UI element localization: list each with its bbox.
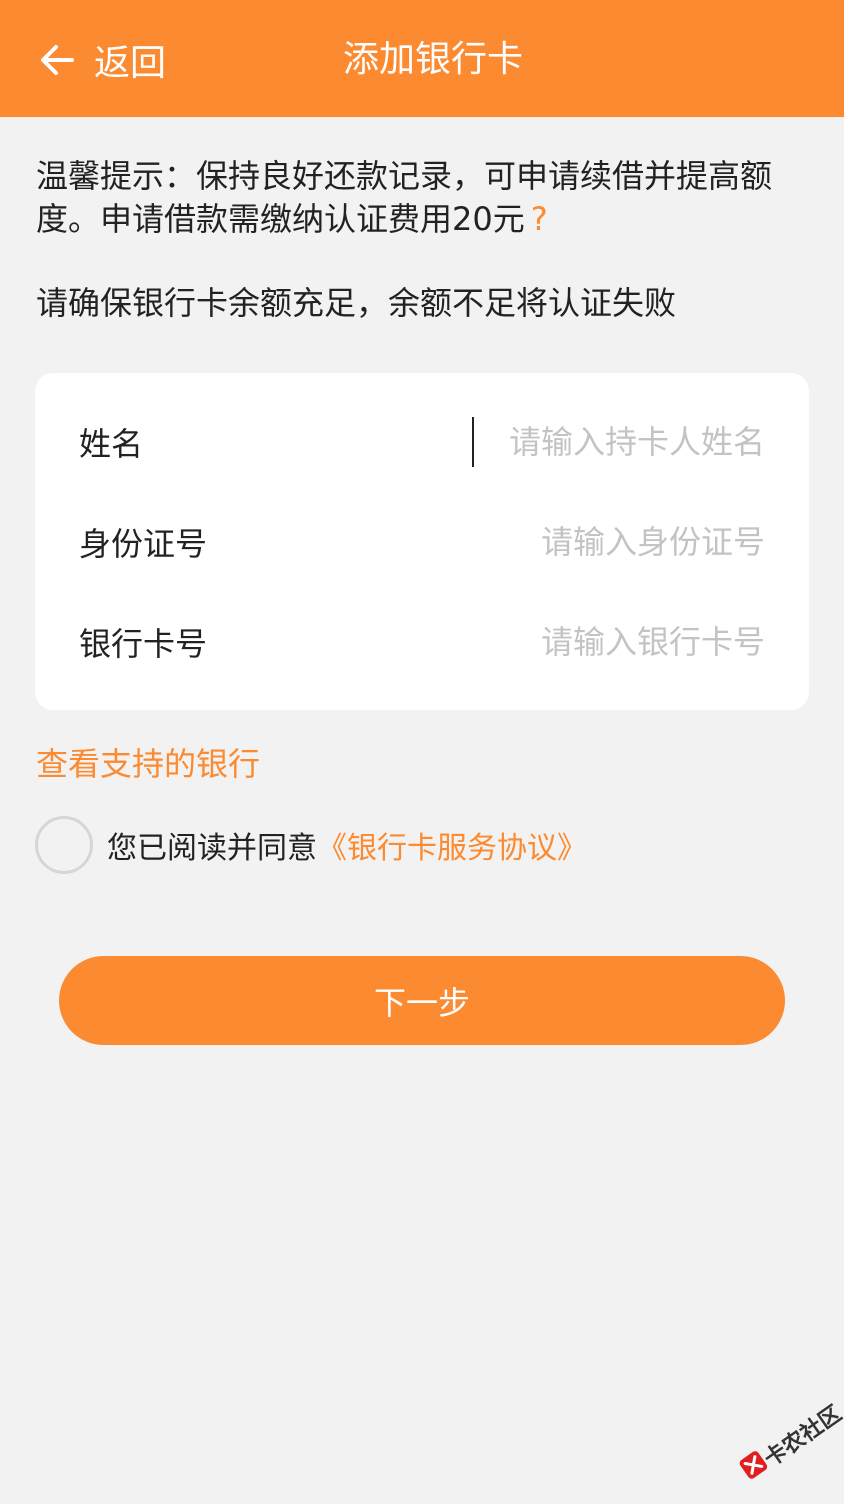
page-title: 添加银行卡: [0, 30, 844, 90]
app-header: 返回 添加银行卡: [0, 0, 844, 117]
tip-text: 温馨提示：保持良好还款记录，可申请续借并提高额度。申请借款需缴纳认证费用20元?: [36, 155, 806, 241]
bank-card-form: 姓名 身份证号 银行卡号: [35, 373, 809, 710]
agreement-text: 您已阅读并同意: [107, 823, 317, 867]
card-number-input[interactable]: [345, 612, 765, 672]
text-caret: [472, 417, 474, 467]
agreement-checkbox[interactable]: [35, 816, 93, 874]
watermark-text: 卡农社区: [757, 1396, 844, 1473]
next-step-button[interactable]: 下一步: [59, 956, 785, 1045]
id-number-input[interactable]: [345, 512, 765, 572]
help-icon[interactable]: ?: [531, 200, 548, 238]
card-number-label: 银行卡号: [79, 619, 207, 665]
name-label: 姓名: [79, 419, 143, 465]
name-input[interactable]: [345, 412, 765, 472]
form-row-id: 身份证号: [35, 492, 809, 592]
form-row-card: 银行卡号: [35, 592, 809, 692]
watermark: 卡农社区: [725, 1390, 844, 1504]
tip-message: 温馨提示：保持良好还款记录，可申请续借并提高额度。申请借款需缴纳认证费用20元: [36, 157, 772, 238]
agreement-row: 您已阅读并同意 《银行卡服务协议》: [35, 815, 587, 875]
agreement-link[interactable]: 《银行卡服务协议》: [317, 823, 587, 867]
supported-banks-link[interactable]: 查看支持的银行: [36, 741, 260, 787]
balance-notice: 请确保银行卡余额充足，余额不足将认证失败: [36, 282, 816, 325]
id-number-label: 身份证号: [79, 519, 207, 565]
form-row-name: 姓名: [35, 392, 809, 492]
